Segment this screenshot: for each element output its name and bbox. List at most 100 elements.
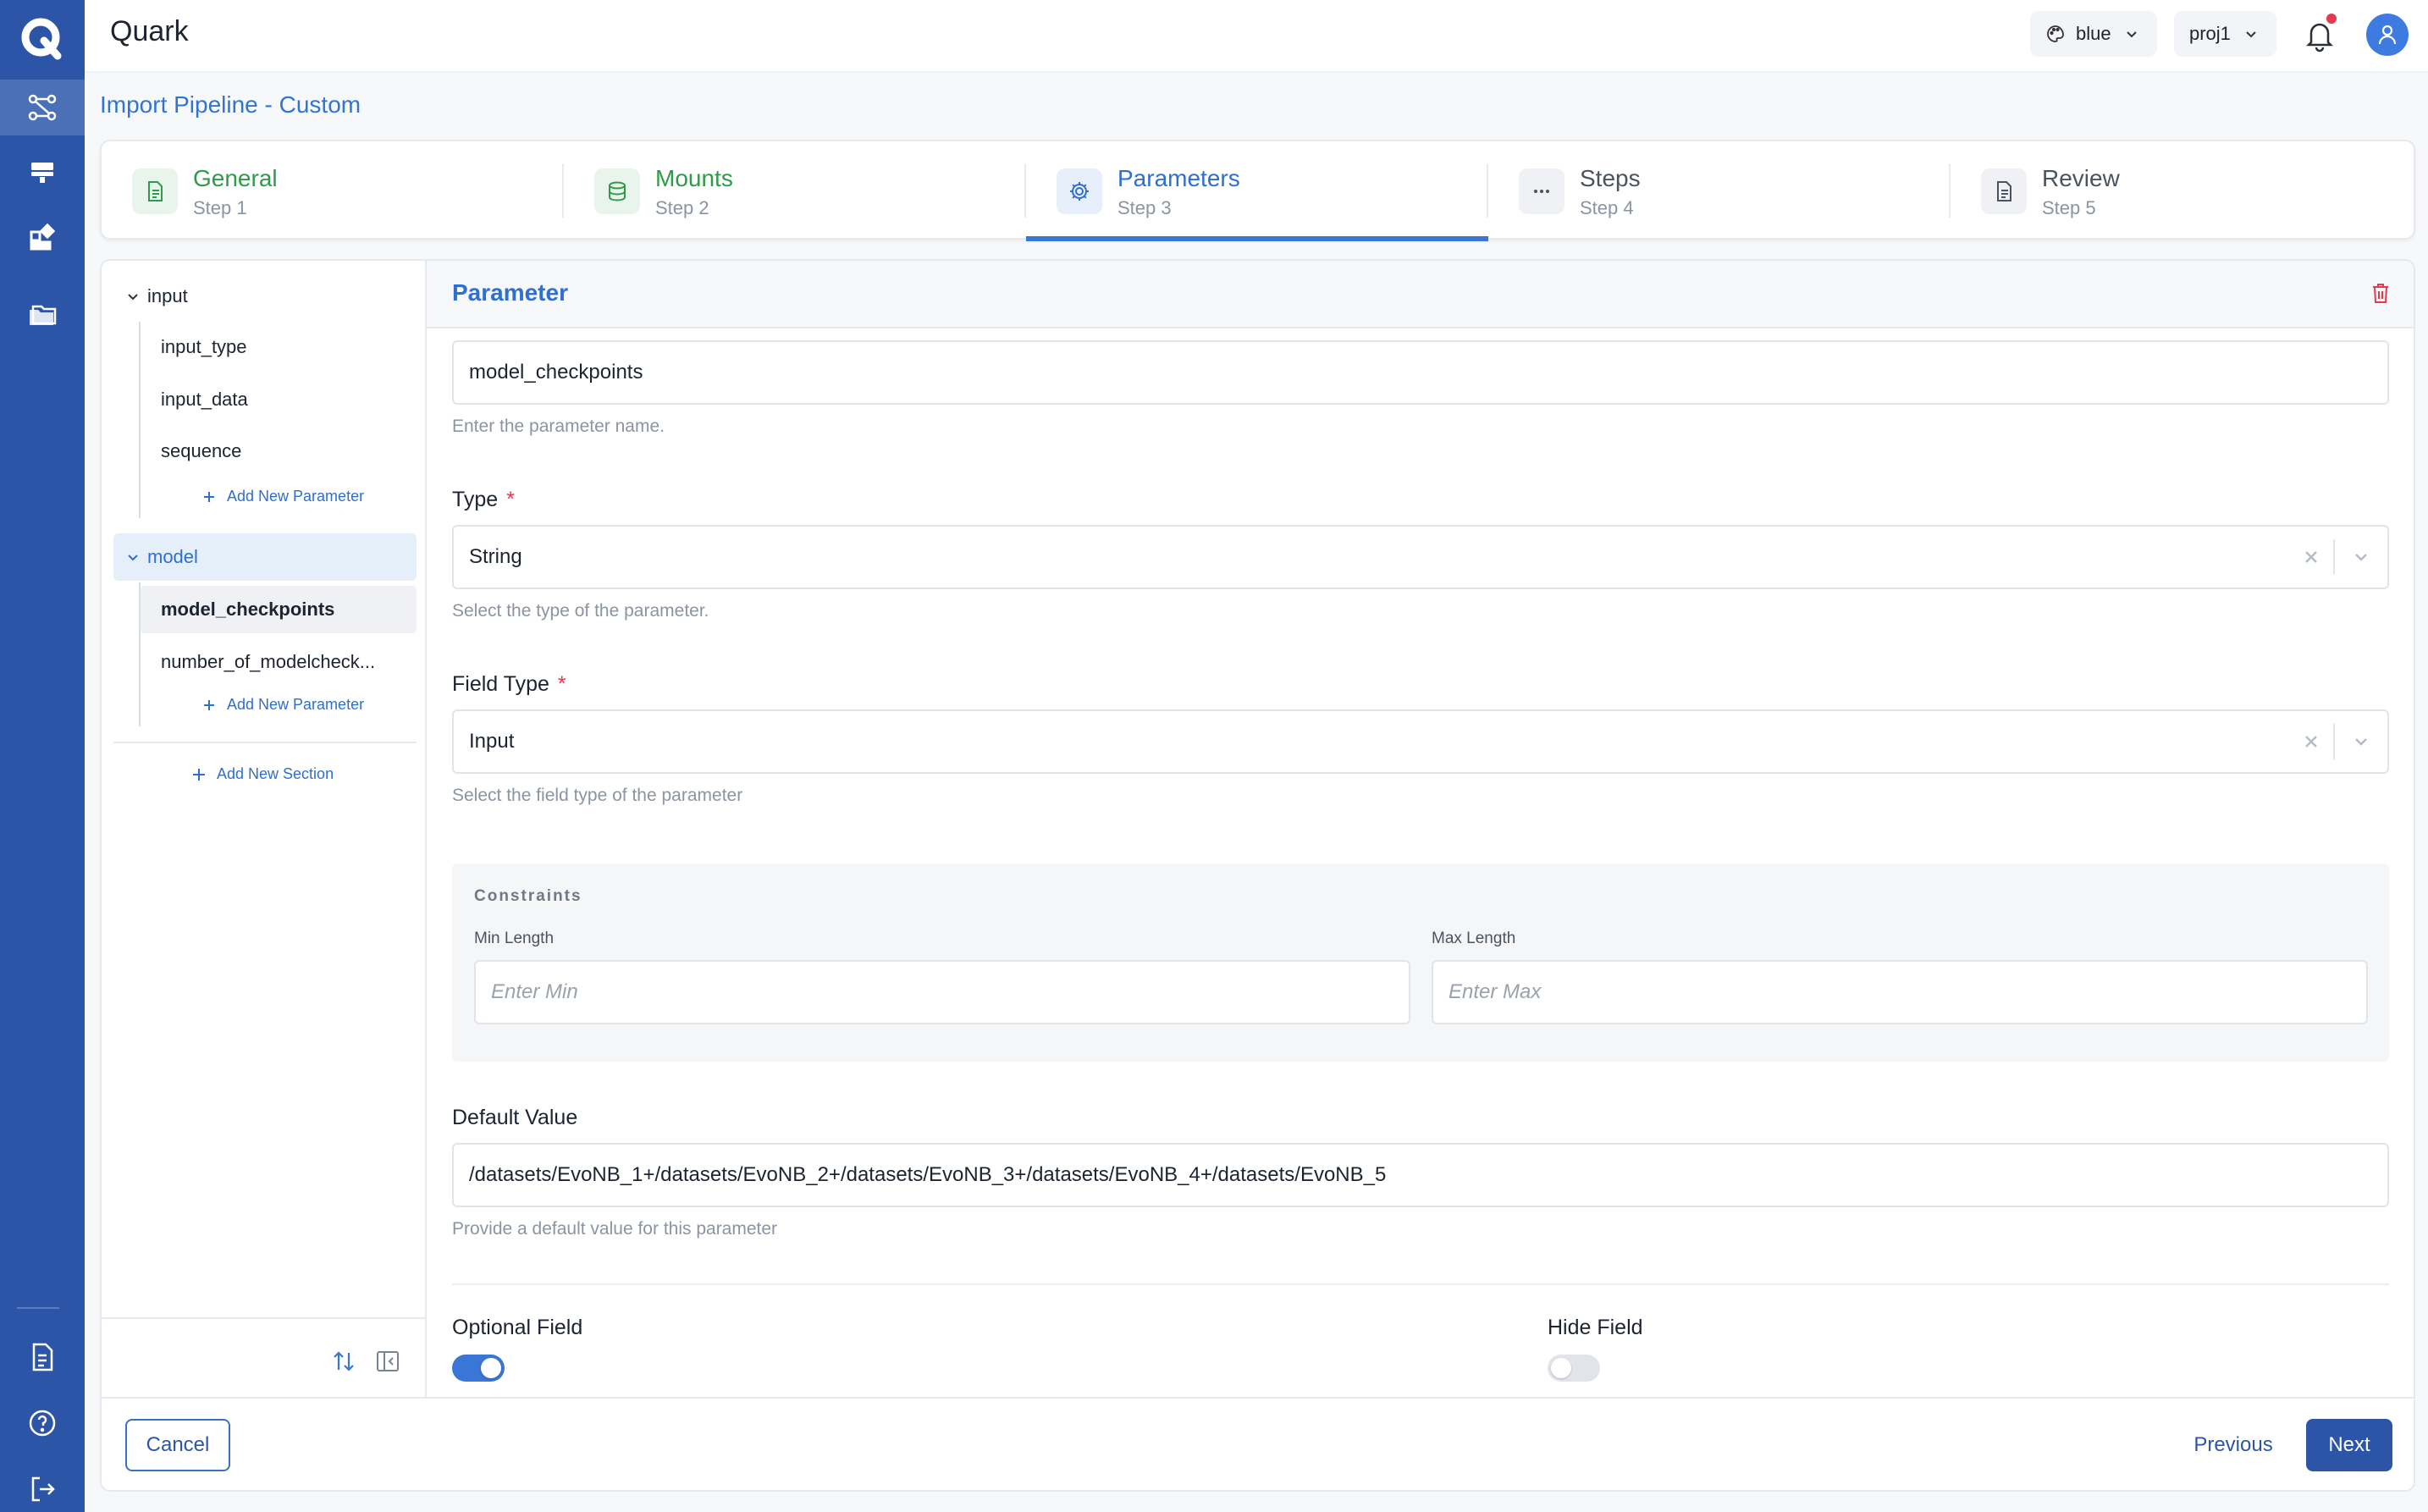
cancel-button[interactable]: Cancel	[125, 1419, 230, 1471]
tree-item-model-checkpoints[interactable]: model_checkpoints	[141, 586, 417, 633]
default-value-help: Provide a default value for this paramet…	[452, 1219, 778, 1239]
tree-item-input-data[interactable]: input_data	[141, 376, 417, 423]
type-select[interactable]: String	[452, 525, 2389, 589]
chevron-down-icon[interactable]	[2350, 546, 2372, 568]
parameter-name-help: Enter the parameter name.	[452, 417, 665, 436]
palette-icon	[2047, 25, 2064, 42]
clear-icon[interactable]	[2301, 731, 2321, 752]
step-icon	[1057, 168, 1102, 214]
step-subtitle: Step 1	[193, 197, 247, 218]
tree-toolbar	[102, 1317, 427, 1400]
add-parameter-link[interactable]: Add New Parameter	[201, 696, 364, 714]
rail-apps-button[interactable]	[0, 210, 85, 266]
parameter-name-input[interactable]: model_checkpoints	[452, 340, 2389, 405]
tree-section-input[interactable]: input	[113, 273, 417, 320]
gear-icon	[1070, 182, 1089, 201]
rail-docs-button[interactable]	[0, 1329, 85, 1385]
rail-files-button[interactable]	[0, 288, 85, 344]
field-type-label: Field Type *	[452, 672, 566, 697]
theme-selector[interactable]: blue	[2030, 11, 2157, 57]
clear-icon[interactable]	[2301, 547, 2321, 567]
app-title: Quark	[110, 15, 189, 47]
min-length-input[interactable]: Enter Min	[474, 960, 1410, 1024]
plus-icon	[204, 699, 214, 710]
previous-button[interactable]: Previous	[2182, 1419, 2284, 1471]
default-value-label: Default Value	[452, 1106, 578, 1129]
form-header: Parameter	[427, 261, 2414, 328]
step-icon	[1981, 168, 2027, 214]
rail-divider	[17, 1307, 59, 1309]
tree-item-sequence[interactable]: sequence	[141, 428, 417, 475]
collapse-panel-icon[interactable]	[374, 1348, 401, 1375]
step-subtitle: Step 3	[1117, 197, 1172, 218]
next-button[interactable]: Next	[2306, 1419, 2392, 1471]
left-rail	[0, 0, 85, 1512]
required-marker: *	[557, 672, 566, 696]
form-title: Parameter	[452, 279, 568, 306]
step-parameters[interactable]: Parameters Step 3	[1026, 141, 1488, 241]
constraints-panel: Constraints Min Length Max Length Enter …	[452, 864, 2389, 1062]
user-icon	[2378, 25, 2397, 45]
step-review[interactable]: Review Step 5	[1951, 141, 2413, 238]
sort-icon[interactable]	[330, 1348, 357, 1375]
chevron-down-icon	[128, 294, 138, 301]
folder-icon	[30, 305, 57, 325]
notification-badge	[2326, 14, 2337, 24]
select-controls	[2301, 527, 2387, 588]
project-label: proj1	[2189, 23, 2231, 44]
field-type-label-text: Field Type	[452, 672, 549, 696]
wizard-footer: Cancel Previous Next	[102, 1397, 2414, 1490]
trash-icon[interactable]	[2370, 281, 2392, 305]
select-separator	[2333, 539, 2335, 575]
optional-field-toggle[interactable]	[452, 1355, 505, 1382]
apps-icon	[30, 223, 56, 251]
add-parameter-link[interactable]: Add New Parameter	[201, 488, 364, 505]
tree-item-number-of-modelcheckpoints[interactable]: number_of_modelcheck...	[141, 638, 417, 686]
database-icon	[609, 181, 626, 201]
step-subtitle: Step 5	[2042, 197, 2096, 218]
add-section-label: Add New Section	[217, 765, 334, 782]
step-general[interactable]: General Step 1	[102, 141, 564, 238]
chevron-down-icon[interactable]	[2350, 731, 2372, 753]
add-section-link[interactable]: Add New Section	[191, 765, 334, 783]
field-type-select[interactable]: Input	[452, 709, 2389, 774]
document-icon	[1997, 181, 2011, 201]
type-help: Select the type of the parameter.	[452, 601, 709, 621]
max-length-input[interactable]: Enter Max	[1432, 960, 2368, 1024]
field-type-help: Select the field type of the parameter	[452, 786, 743, 805]
type-label: Type *	[452, 488, 515, 512]
rail-servers-button[interactable]	[0, 144, 85, 200]
document-icon	[148, 181, 163, 201]
help-icon	[29, 1410, 56, 1437]
user-avatar[interactable]	[2366, 14, 2409, 56]
step-icon	[1519, 168, 1564, 214]
rail-logout-button[interactable]	[0, 1461, 85, 1512]
tree-item-input-type[interactable]: input_type	[141, 323, 417, 371]
page-title: Import Pipeline - Custom	[100, 91, 361, 118]
rail-help-button[interactable]	[0, 1395, 85, 1451]
wizard-stepper: General Step 1 Mounts Step 2 Parameters …	[100, 140, 2415, 241]
step-title: Mounts	[655, 165, 733, 191]
section-label: input	[147, 285, 188, 306]
plus-icon	[204, 491, 214, 502]
tree-section-model[interactable]: model	[113, 533, 417, 581]
parameter-tree: input input_type input_data sequence Add…	[102, 261, 427, 1400]
chevron-down-icon	[2246, 31, 2256, 38]
plus-icon	[193, 768, 205, 781]
form-divider	[452, 1283, 2389, 1285]
parameter-editor-card: input input_type input_data sequence Add…	[100, 259, 2415, 1492]
step-steps[interactable]: Steps Step 4	[1488, 141, 1951, 238]
add-parameter-label: Add New Parameter	[227, 488, 365, 505]
min-length-label: Min Length	[474, 930, 555, 947]
step-mounts[interactable]: Mounts Step 2	[564, 141, 1026, 238]
server-icon	[31, 163, 53, 183]
parameter-form: Parameter model_checkpoints Enter the pa…	[427, 261, 2414, 1400]
optional-field-label: Optional Field	[452, 1316, 583, 1339]
quark-logo-icon[interactable]	[15, 12, 69, 66]
ellipsis-icon	[1534, 190, 1549, 193]
step-title: Parameters	[1117, 165, 1240, 191]
rail-pipelines-button[interactable]	[0, 80, 85, 135]
project-selector[interactable]: proj1	[2174, 11, 2276, 57]
hide-field-toggle[interactable]	[1548, 1355, 1600, 1382]
default-value-input[interactable]: /datasets/EvoNB_1+/datasets/EvoNB_2+/dat…	[452, 1143, 2389, 1207]
